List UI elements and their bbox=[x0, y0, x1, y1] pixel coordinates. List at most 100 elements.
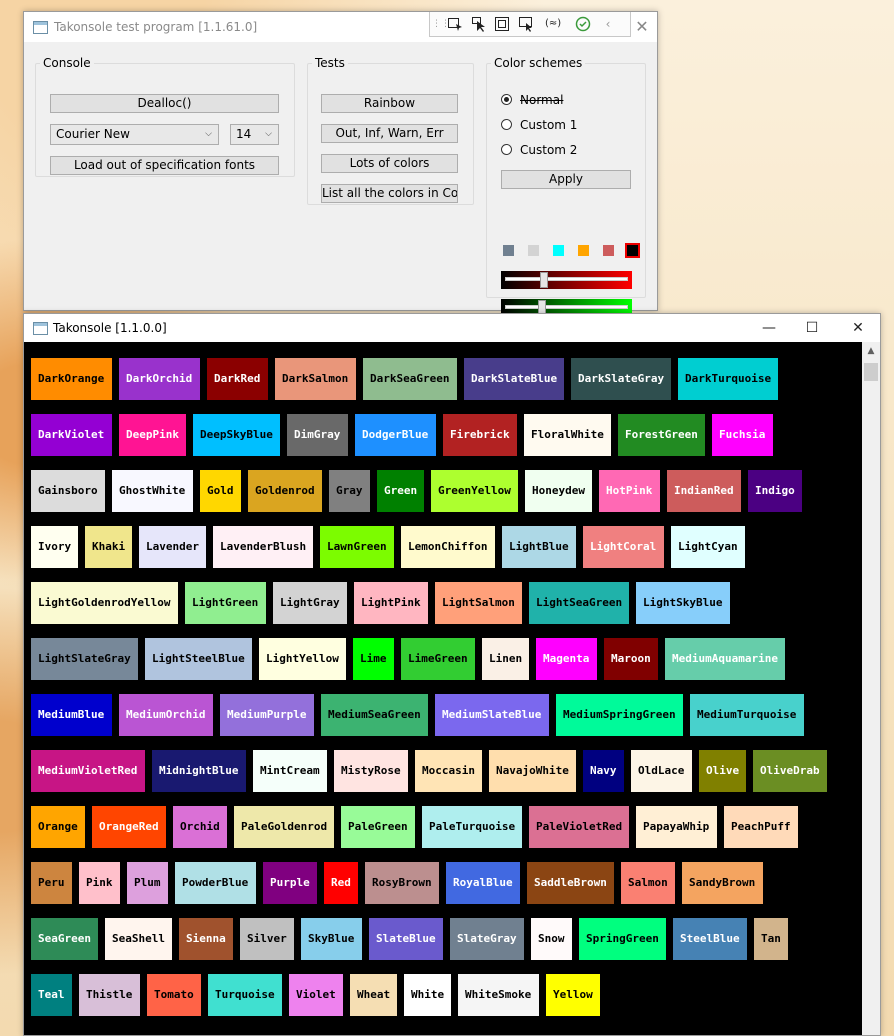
color-chip: LawnGreen bbox=[320, 526, 394, 568]
color-chip: DeepPink bbox=[119, 414, 186, 456]
color-chip: Gainsboro bbox=[31, 470, 105, 512]
color-chip: PaleGoldenrod bbox=[234, 806, 334, 848]
radio-indicator bbox=[501, 144, 512, 155]
test-program-window: Takonsole test program [1.1.61.0] ⋮⋮ (≈)… bbox=[23, 11, 658, 345]
color-chip: White bbox=[404, 974, 451, 1016]
out-inf-warn-err-button[interactable]: Out, Inf, Warn, Err bbox=[321, 124, 458, 143]
scroll-up-icon[interactable]: ▲ bbox=[862, 346, 880, 356]
color-chip: LemonChiffon bbox=[401, 526, 495, 568]
radio-indicator bbox=[501, 119, 512, 130]
color-swatch[interactable] bbox=[578, 245, 589, 256]
console-legend: Console bbox=[43, 56, 91, 70]
color-chip: MediumAquamarine bbox=[665, 638, 785, 680]
color-chip: MediumPurple bbox=[220, 694, 314, 736]
color-chip: DarkSeaGreen bbox=[363, 358, 457, 400]
font-select[interactable]: Courier New ⌵ bbox=[50, 124, 219, 145]
color-swatch[interactable] bbox=[553, 245, 564, 256]
color-chip: MediumTurquoise bbox=[690, 694, 804, 736]
color-chip: Firebrick bbox=[443, 414, 517, 456]
close-button[interactable]: ✕ bbox=[632, 17, 652, 37]
red-slider[interactable] bbox=[501, 271, 632, 289]
color-chip: Purple bbox=[263, 862, 317, 904]
color-swatch[interactable] bbox=[528, 245, 539, 256]
vertical-scrollbar[interactable]: ▲ bbox=[862, 342, 880, 1035]
color-chip: Snow bbox=[531, 918, 572, 960]
maximize-button[interactable]: ☐ bbox=[802, 318, 822, 338]
color-swatch[interactable] bbox=[503, 245, 514, 256]
title-bar[interactable]: Takonsole [1.1.0.0] — ☐ ✕ bbox=[24, 314, 880, 342]
color-chip: Olive bbox=[699, 750, 746, 792]
color-chip: DarkSlateGray bbox=[571, 358, 671, 400]
console-output[interactable]: DarkOrange DarkOrchid DarkRed DarkSalmon Dar… bbox=[24, 342, 862, 1035]
color-chip: MintCream bbox=[253, 750, 327, 792]
collapse-icon[interactable]: ‹ bbox=[600, 16, 616, 32]
color-chip: LightSlateGray bbox=[31, 638, 138, 680]
color-chip: Salmon bbox=[621, 862, 675, 904]
color-chip: ForestGreen bbox=[618, 414, 705, 456]
color-chip: MediumVioletRed bbox=[31, 750, 145, 792]
color-chip: Moccasin bbox=[415, 750, 482, 792]
color-chip: Lavender bbox=[139, 526, 206, 568]
grip-icon[interactable]: ⋮⋮ bbox=[432, 16, 450, 32]
color-swatch[interactable] bbox=[603, 245, 614, 256]
color-chip: SlateGray bbox=[450, 918, 524, 960]
scrollbar-thumb[interactable] bbox=[864, 363, 878, 381]
dealloc-button[interactable]: Dealloc() bbox=[50, 94, 279, 113]
color-chip: MistyRose bbox=[334, 750, 408, 792]
color-chip: Ivory bbox=[31, 526, 78, 568]
slider-track bbox=[505, 277, 628, 281]
color-chip: LightBlue bbox=[502, 526, 576, 568]
color-chip: Sienna bbox=[179, 918, 233, 960]
color-chip: Turquoise bbox=[208, 974, 282, 1016]
color-chip: LightCyan bbox=[671, 526, 745, 568]
radio-custom-2-label: Custom 2 bbox=[520, 143, 578, 157]
apply-button[interactable]: Apply bbox=[501, 170, 631, 189]
frame-icon[interactable] bbox=[494, 16, 510, 32]
color-chip: Navy bbox=[583, 750, 624, 792]
color-chip: DarkTurquoise bbox=[678, 358, 778, 400]
color-chip: SeaGreen bbox=[31, 918, 98, 960]
color-chip: Pink bbox=[79, 862, 120, 904]
color-chip: OrangeRed bbox=[92, 806, 166, 848]
color-chip: DarkRed bbox=[207, 358, 268, 400]
list-colors-button[interactable]: List all the colors in Color bbox=[321, 184, 458, 203]
check-icon[interactable] bbox=[575, 16, 591, 32]
chevron-down-icon: ⌵ bbox=[205, 129, 212, 139]
minimize-button[interactable]: — bbox=[759, 318, 779, 338]
color-chip: DarkSalmon bbox=[275, 358, 356, 400]
color-chip: MediumBlue bbox=[31, 694, 112, 736]
window-select-icon[interactable] bbox=[447, 16, 463, 32]
color-chip: NavajoWhite bbox=[489, 750, 576, 792]
title-bar[interactable]: Takonsole test program [1.1.61.0] ⋮⋮ (≈)… bbox=[24, 12, 657, 42]
chevron-down-icon: ⌵ bbox=[265, 129, 272, 139]
close-button[interactable]: ✕ bbox=[848, 318, 868, 338]
color-chip: Green bbox=[377, 470, 424, 512]
color-chip: LightCoral bbox=[583, 526, 664, 568]
color-chip: SaddleBrown bbox=[527, 862, 614, 904]
color-chip: MediumOrchid bbox=[119, 694, 213, 736]
lots-of-colors-button[interactable]: Lots of colors bbox=[321, 154, 458, 173]
highlight-cursor-icon[interactable] bbox=[518, 16, 534, 32]
load-fonts-button[interactable]: Load out of specification fonts bbox=[50, 156, 279, 175]
color-chip: LightGoldenrodYellow bbox=[31, 582, 178, 624]
color-chip: Tomato bbox=[147, 974, 201, 1016]
color-chip: FloralWhite bbox=[524, 414, 611, 456]
cursor-icon[interactable] bbox=[471, 16, 487, 32]
color-chip: Maroon bbox=[604, 638, 658, 680]
color-chip: DeepSkyBlue bbox=[193, 414, 280, 456]
color-swatch[interactable] bbox=[625, 243, 640, 258]
debug-toolbar: ⋮⋮ (≈) ‹ bbox=[429, 12, 631, 37]
color-schemes-group: Color schemes Normal Custom 1 Custom 2 A… bbox=[486, 56, 646, 345]
color-chip: LightPink bbox=[354, 582, 428, 624]
font-size-select[interactable]: 14 ⌵ bbox=[230, 124, 279, 145]
color-chip: IndianRed bbox=[667, 470, 741, 512]
bindings-icon[interactable]: (≈) bbox=[545, 16, 561, 32]
color-chip: Plum bbox=[127, 862, 168, 904]
color-chip: SkyBlue bbox=[301, 918, 362, 960]
slider-thumb[interactable] bbox=[540, 272, 548, 288]
rainbow-button[interactable]: Rainbow bbox=[321, 94, 458, 113]
color-chip: Wheat bbox=[350, 974, 397, 1016]
color-chip: Peru bbox=[31, 862, 72, 904]
color-chip: PaleVioletRed bbox=[529, 806, 629, 848]
color-schemes-legend: Color schemes bbox=[494, 56, 583, 70]
